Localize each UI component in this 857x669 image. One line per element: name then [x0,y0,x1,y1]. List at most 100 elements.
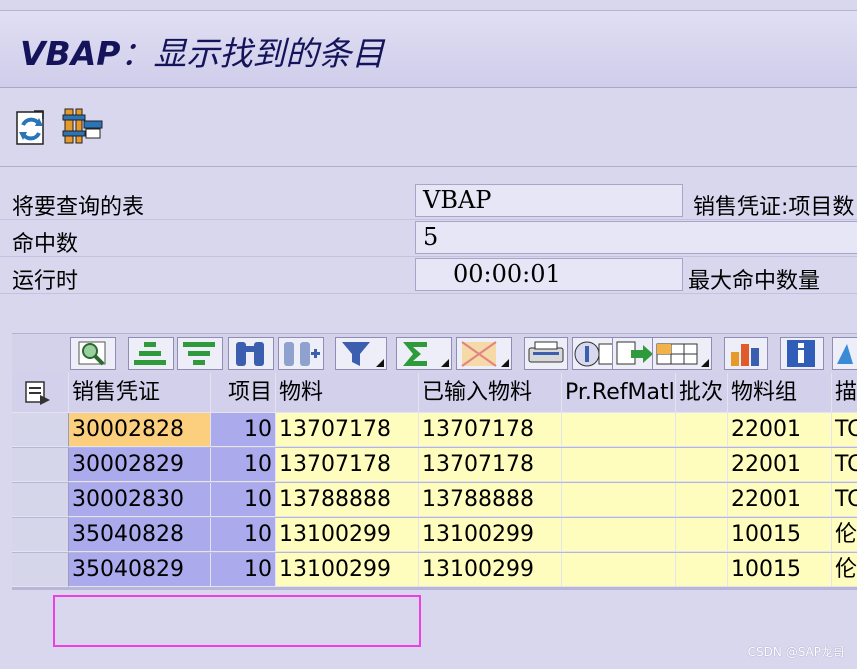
cell-desc[interactable]: 伦 [832,553,857,587]
row-selector[interactable] [12,413,69,447]
cell-desc[interactable]: 伦 [832,518,857,552]
subtotals-button[interactable] [456,337,512,370]
cell-prref[interactable] [562,483,676,517]
info-icon [787,340,815,367]
more-button[interactable] [832,337,857,370]
layout-select-icon [25,381,50,405]
column-header-batch[interactable]: 批次 [676,373,728,413]
print-preview-icon [528,341,564,363]
cell-prref[interactable] [562,448,676,482]
print-preview-button[interactable] [524,337,568,370]
find-icon [236,342,264,366]
find-next-button[interactable] [278,337,324,370]
export-button[interactable] [612,337,656,370]
cell-doc[interactable]: 35040828 [69,518,211,552]
column-header-matgroup[interactable]: 物料组 [728,373,832,413]
table-description: 销售凭证:项目数 [693,195,855,220]
filter-button[interactable] [335,337,387,370]
graphic-button[interactable] [724,337,768,370]
column-header-item[interactable]: 项目 [211,373,276,413]
cell-material[interactable]: 13707178 [276,448,419,482]
row-selector[interactable] [12,553,69,587]
settings-tools-button[interactable] [62,107,103,149]
cell-material[interactable]: 13707178 [276,413,419,447]
sort-descending-icon [183,342,215,365]
cell-material[interactable]: 13788888 [276,483,419,517]
max-hits-label: 最大命中数量 [688,269,821,294]
runtime-field[interactable]: 00:00:01 [415,258,683,291]
sort-ascending-button[interactable] [128,337,174,370]
cell-material[interactable]: 13100299 [276,553,419,587]
title-bar: VBAP：显示找到的条目 [0,10,857,88]
details-button[interactable] [70,337,116,370]
cell-doc[interactable]: 30002828 [69,413,211,447]
cell-doc[interactable]: 30002830 [69,483,211,517]
column-header-material[interactable]: 物料 [276,373,419,413]
row-selector[interactable] [12,518,69,552]
runtime-row: 运行时 00:00:01 最大命中数量 [0,258,857,294]
cell-batch[interactable] [676,553,728,587]
change-layout-button[interactable] [652,337,712,370]
settings-tools-icon [62,108,103,144]
table-field[interactable]: VBAP [415,184,683,217]
filter-dropdown-icon [376,359,384,367]
cell-matgroup[interactable]: 10015 [728,553,832,587]
column-header-prref[interactable]: Pr.RefMatl [562,373,676,413]
cell-desc[interactable]: TC [832,448,857,482]
cell-batch[interactable] [676,483,728,517]
column-header-desc[interactable]: 描 [832,373,857,413]
refresh-button[interactable] [14,107,54,149]
result-grid: 销售凭证 项目 物料 已输入物料 Pr.RefMatl 批次 物料组 描 300… [12,373,857,590]
sum-dropdown-icon [441,359,449,367]
cell-batch[interactable] [676,448,728,482]
cell-prref[interactable] [562,413,676,447]
title-suffix: ：显示找到的条目 [120,34,385,73]
cell-batch[interactable] [676,413,728,447]
sum-button[interactable] [396,337,452,370]
refresh-icon [16,110,44,145]
column-header-doc[interactable]: 销售凭证 [69,373,211,413]
cell-entered[interactable]: 13788888 [419,483,562,517]
find-button[interactable] [228,337,274,370]
sort-descending-button[interactable] [177,337,223,370]
export-icon [616,341,653,365]
cell-entered[interactable]: 13707178 [419,448,562,482]
cell-doc[interactable]: 30002829 [69,448,211,482]
cell-entered[interactable]: 13100299 [419,553,562,587]
hits-row: 命中数 5 [0,221,857,257]
hits-field[interactable]: 5 [415,221,857,254]
cell-matgroup[interactable]: 22001 [728,483,832,517]
table-row-header: 将要查询的表 VBAP 销售凭证:项目数 [0,184,857,220]
watermark: CSDN @SAP龙哥 [747,645,845,659]
cell-desc[interactable]: TC [832,483,857,517]
sort-ascending-icon [134,342,166,365]
cell-matgroup[interactable]: 22001 [728,413,832,447]
cell-item[interactable]: 10 [211,483,276,517]
cell-prref[interactable] [562,518,676,552]
cell-item[interactable]: 10 [211,448,276,482]
select-all-cell[interactable] [12,373,69,413]
graphic-icon [731,344,759,366]
column-header-entered[interactable]: 已输入物料 [419,373,562,413]
highlight-annotation-box [53,595,421,647]
cell-entered[interactable]: 13707178 [419,413,562,447]
row-selector[interactable] [12,483,69,517]
details-icon [78,341,106,366]
info-button[interactable] [780,337,824,370]
cell-item[interactable]: 10 [211,518,276,552]
cell-prref[interactable] [562,553,676,587]
runtime-label: 运行时 [12,269,79,294]
cell-item[interactable]: 10 [211,413,276,447]
row-selector[interactable] [12,448,69,482]
application-toolbar [0,89,857,167]
cell-desc[interactable]: TC [832,413,857,447]
cell-doc[interactable]: 35040829 [69,553,211,587]
cell-material[interactable]: 13100299 [276,518,419,552]
cell-batch[interactable] [676,518,728,552]
cell-matgroup[interactable]: 10015 [728,518,832,552]
cell-item[interactable]: 10 [211,553,276,587]
hits-label: 命中数 [12,232,79,257]
cell-matgroup[interactable]: 22001 [728,448,832,482]
cell-entered[interactable]: 13100299 [419,518,562,552]
layout-dropdown-icon [701,359,709,367]
